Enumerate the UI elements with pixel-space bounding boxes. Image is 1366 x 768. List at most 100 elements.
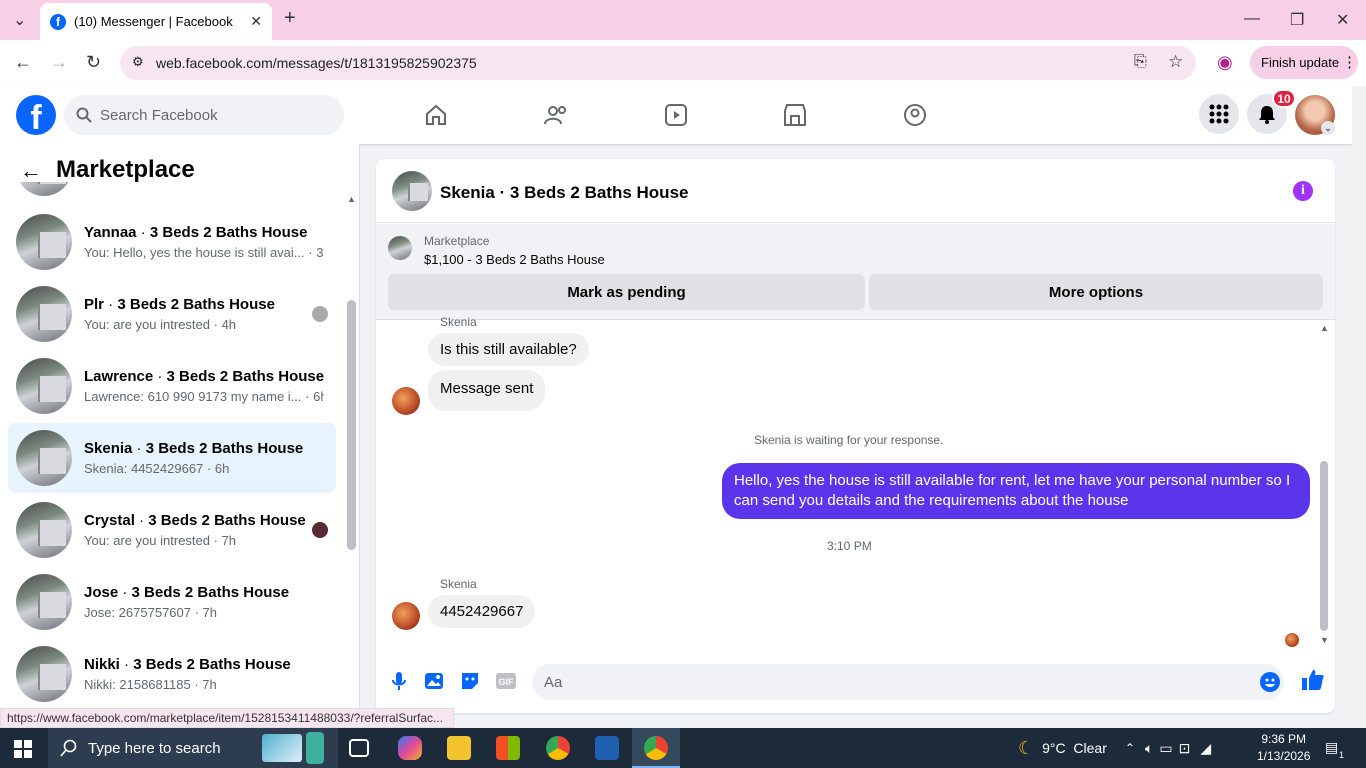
new-tab-icon[interactable]: + [284, 7, 296, 30]
listing-thumbnail [16, 502, 72, 558]
reload-icon[interactable]: ↻ [86, 52, 101, 73]
menu-button[interactable] [1199, 94, 1239, 134]
message-input[interactable]: Aa [532, 664, 1284, 700]
task-view-icon[interactable] [349, 739, 369, 757]
conversation-item[interactable]: Jose · 3 Beds 2 Baths House Jose: 267575… [8, 567, 336, 637]
sender-avatar[interactable] [392, 387, 420, 415]
listing-price-title[interactable]: $1,100 - 3 Beds 2 Baths House [424, 252, 605, 267]
gif-icon[interactable]: GIF [495, 670, 517, 692]
preview-time: 6h [313, 389, 324, 404]
message-input-placeholder: Aa [544, 673, 563, 691]
mark-as-pending-button[interactable]: Mark as pending [388, 274, 865, 310]
info-icon[interactable]: i [1293, 181, 1313, 201]
listing-thumbnail [388, 236, 412, 260]
speaker-icon[interactable]: 🔈︎ [1145, 740, 1153, 757]
scroll-down-icon[interactable]: ▼ [1320, 635, 1329, 645]
account-avatar[interactable]: ⌄ [1295, 95, 1335, 135]
more-options-button[interactable]: More options [869, 274, 1323, 310]
sender-avatar[interactable] [392, 602, 420, 630]
close-tab-icon[interactable]: ✕ [250, 13, 262, 30]
outgoing-message[interactable]: Hello, yes the house is still available … [722, 463, 1310, 519]
clock-time: 9:36 PM [1261, 732, 1307, 746]
conversation-preview: You: are you intrested · 4h [84, 317, 237, 332]
conversation-listing: 3 Beds 2 Baths House [131, 584, 290, 601]
windows-taskbar: Type here to search ☾ 9°C Clear ⌃ 🔈︎ ▭ ⊡… [0, 728, 1366, 768]
conversation-item[interactable]: Lawrence · 3 Beds 2 Baths House Lawrence… [8, 351, 336, 421]
conversation-name: Skenia [84, 440, 133, 457]
microphone-icon[interactable] [388, 670, 410, 692]
file-explorer-icon[interactable] [447, 736, 471, 760]
emoji-icon[interactable] [1260, 672, 1280, 692]
incoming-message[interactable]: 4452429667 [428, 595, 536, 628]
preview-text: Jose: 2675757607 [84, 605, 191, 620]
marketplace-listing-bar: Marketplace $1,100 - 3 Beds 2 Baths Hous… [376, 224, 1335, 320]
search-facebook-input[interactable]: Search Facebook [64, 95, 344, 135]
chevron-down-icon: ⌄ [1321, 121, 1335, 135]
tab-search-icon[interactable]: ⌄ [13, 10, 26, 30]
conversation-item-selected[interactable]: Skenia · 3 Beds 2 Baths House Skenia: 44… [8, 423, 336, 493]
listing-thumbnail [16, 574, 72, 630]
profile-icon[interactable]: ◉ [1217, 52, 1233, 73]
scroll-up-icon[interactable]: ▲ [347, 194, 356, 204]
show-hidden-icons-icon[interactable]: ⌃ [1125, 741, 1135, 755]
video-icon[interactable] [663, 102, 689, 128]
gaming-icon[interactable] [902, 102, 928, 128]
preview-time: 6h [214, 461, 230, 476]
thumbs-up-icon[interactable] [1301, 668, 1325, 692]
chrome-profile-icon[interactable] [546, 736, 570, 760]
sender-name: Skenia [440, 315, 477, 329]
seen-avatar [312, 306, 328, 322]
notification-center-icon[interactable]: ▤ [1325, 739, 1338, 756]
photo-icon[interactable] [423, 670, 445, 692]
conversation-item[interactable]: Yannaa · 3 Beds 2 Baths House You: Hello… [8, 207, 336, 277]
chat-scrollbar[interactable] [1320, 461, 1328, 631]
chrome-icon[interactable] [644, 736, 668, 760]
weather-text[interactable]: 9°C Clear [1042, 740, 1107, 756]
back-icon[interactable]: ← [14, 52, 32, 73]
facebook-logo-letter: f [30, 99, 42, 135]
clock[interactable]: 9:36 PM 1/13/2026 [1257, 731, 1310, 765]
taskbar-search[interactable]: Type here to search [48, 728, 338, 768]
defender-icon[interactable] [595, 736, 619, 760]
microsoft-store-icon[interactable] [496, 736, 520, 760]
maximize-icon[interactable]: ❐ [1290, 10, 1304, 30]
bookmark-star-icon[interactable]: ☆ [1168, 52, 1183, 72]
search-icon [60, 739, 77, 757]
wifi-icon[interactable]: ◢ [1200, 740, 1211, 757]
install-app-icon[interactable]: ⎘ [1134, 53, 1147, 71]
close-window-icon[interactable]: ✕ [1336, 10, 1349, 30]
listing-thumbnail [16, 430, 72, 486]
url-text: web.facebook.com/messages/t/181319582590… [156, 55, 477, 71]
marketplace-icon[interactable] [782, 102, 808, 128]
site-info-icon[interactable]: ⚙ [132, 54, 144, 70]
back-arrow-icon[interactable]: ← [20, 158, 42, 184]
grid-menu-icon [1209, 104, 1229, 124]
facebook-logo[interactable]: f [16, 95, 56, 135]
preview-text: Lawrence: 610 990 9173 my name i... [84, 389, 302, 404]
conversation-title: Lawrence · 3 Beds 2 Baths House [84, 368, 324, 385]
finish-update-button[interactable]: Finish update ⋮ [1250, 46, 1358, 79]
windows-start-icon[interactable] [14, 740, 32, 758]
conversation-item[interactable]: Nikki · 3 Beds 2 Baths House Nikki: 2158… [8, 639, 336, 709]
page-scrollbar[interactable] [1352, 86, 1366, 728]
scroll-up-icon[interactable]: ▲ [1320, 323, 1329, 333]
url-field[interactable]: ⚙ web.facebook.com/messages/t/1813195825… [120, 46, 1196, 80]
incoming-message[interactable]: Is this still available? [428, 333, 589, 366]
sidebar-scrollbar[interactable] [347, 300, 356, 550]
browser-tab[interactable]: f (10) Messenger | Facebook ✕ [40, 3, 272, 40]
conversation-item[interactable]: Crystal · 3 Beds 2 Baths House You: are … [8, 495, 336, 565]
home-icon[interactable] [423, 102, 449, 128]
friends-icon[interactable] [543, 102, 569, 128]
power-icon[interactable]: ▭ [1159, 740, 1172, 757]
minimize-icon[interactable]: — [1244, 10, 1260, 28]
conversation-name: Yannaa [84, 224, 137, 241]
incoming-message[interactable]: Message sent [428, 370, 546, 411]
sticker-icon[interactable] [459, 670, 481, 692]
forward-icon[interactable]: → [50, 52, 68, 73]
network-icon[interactable]: ⊡ [1179, 740, 1191, 757]
copilot-icon[interactable] [398, 736, 422, 760]
conversation-item[interactable]: Plr · 3 Beds 2 Baths House You: are you … [8, 279, 336, 349]
more-menu-icon[interactable]: ⋮ [1342, 53, 1357, 71]
chat-title[interactable]: Skenia · 3 Beds 2 Baths House [440, 183, 688, 203]
conversation-title: Nikki · 3 Beds 2 Baths House [84, 656, 291, 673]
